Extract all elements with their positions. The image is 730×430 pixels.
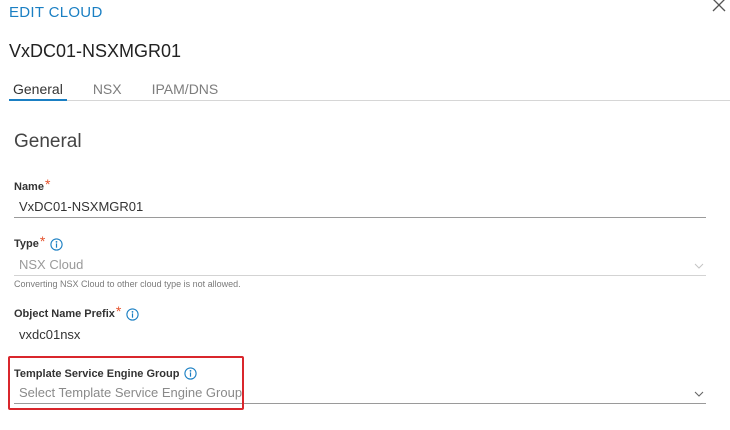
tab-general[interactable]: General (9, 78, 67, 101)
info-icon[interactable] (126, 307, 139, 321)
required-marker: * (39, 233, 46, 249)
type-helper-text: Converting NSX Cloud to other cloud type… (14, 279, 241, 289)
prefix-field-group: Object Name Prefix * vxdc01nsx (14, 303, 706, 346)
tab-ipam-dns[interactable]: IPAM/DNS (148, 78, 223, 100)
close-icon (712, 0, 726, 12)
prefix-label: Object Name Prefix * (14, 303, 706, 322)
cloud-name-title: VxDC01-NSXMGR01 (9, 41, 182, 61)
type-label: Type * (14, 233, 706, 252)
name-label: Name * (14, 176, 51, 193)
modal-header: EDIT CLOUD (9, 4, 103, 21)
template-seg-label: Template Service Engine Group (14, 367, 706, 380)
tab-bar: General NSX IPAM/DNS (9, 78, 730, 101)
close-button[interactable] (712, 0, 728, 18)
modal-kicker: EDIT CLOUD (9, 4, 103, 21)
type-select: NSX Cloud (14, 254, 706, 276)
type-field-group: Type * NSX Cloud Converting NSX Cloud to … (14, 233, 706, 289)
template-seg-select[interactable]: Select Template Service Engine Group (14, 382, 706, 404)
name-input[interactable]: VxDC01-NSXMGR01 (14, 196, 706, 218)
tab-nsx[interactable]: NSX (89, 78, 126, 100)
required-marker: * (115, 303, 122, 319)
name-field-group: Name * VxDC01-NSXMGR01 (14, 176, 706, 218)
info-icon[interactable] (184, 367, 198, 380)
chevron-down-icon (694, 391, 704, 397)
template-seg-field-group: Template Service Engine Group Select Tem… (14, 367, 706, 404)
section-title: General (14, 131, 82, 152)
required-marker: * (44, 176, 51, 192)
chevron-down-icon (694, 263, 704, 269)
prefix-value: vxdc01nsx (19, 327, 81, 342)
info-icon[interactable] (50, 237, 63, 251)
